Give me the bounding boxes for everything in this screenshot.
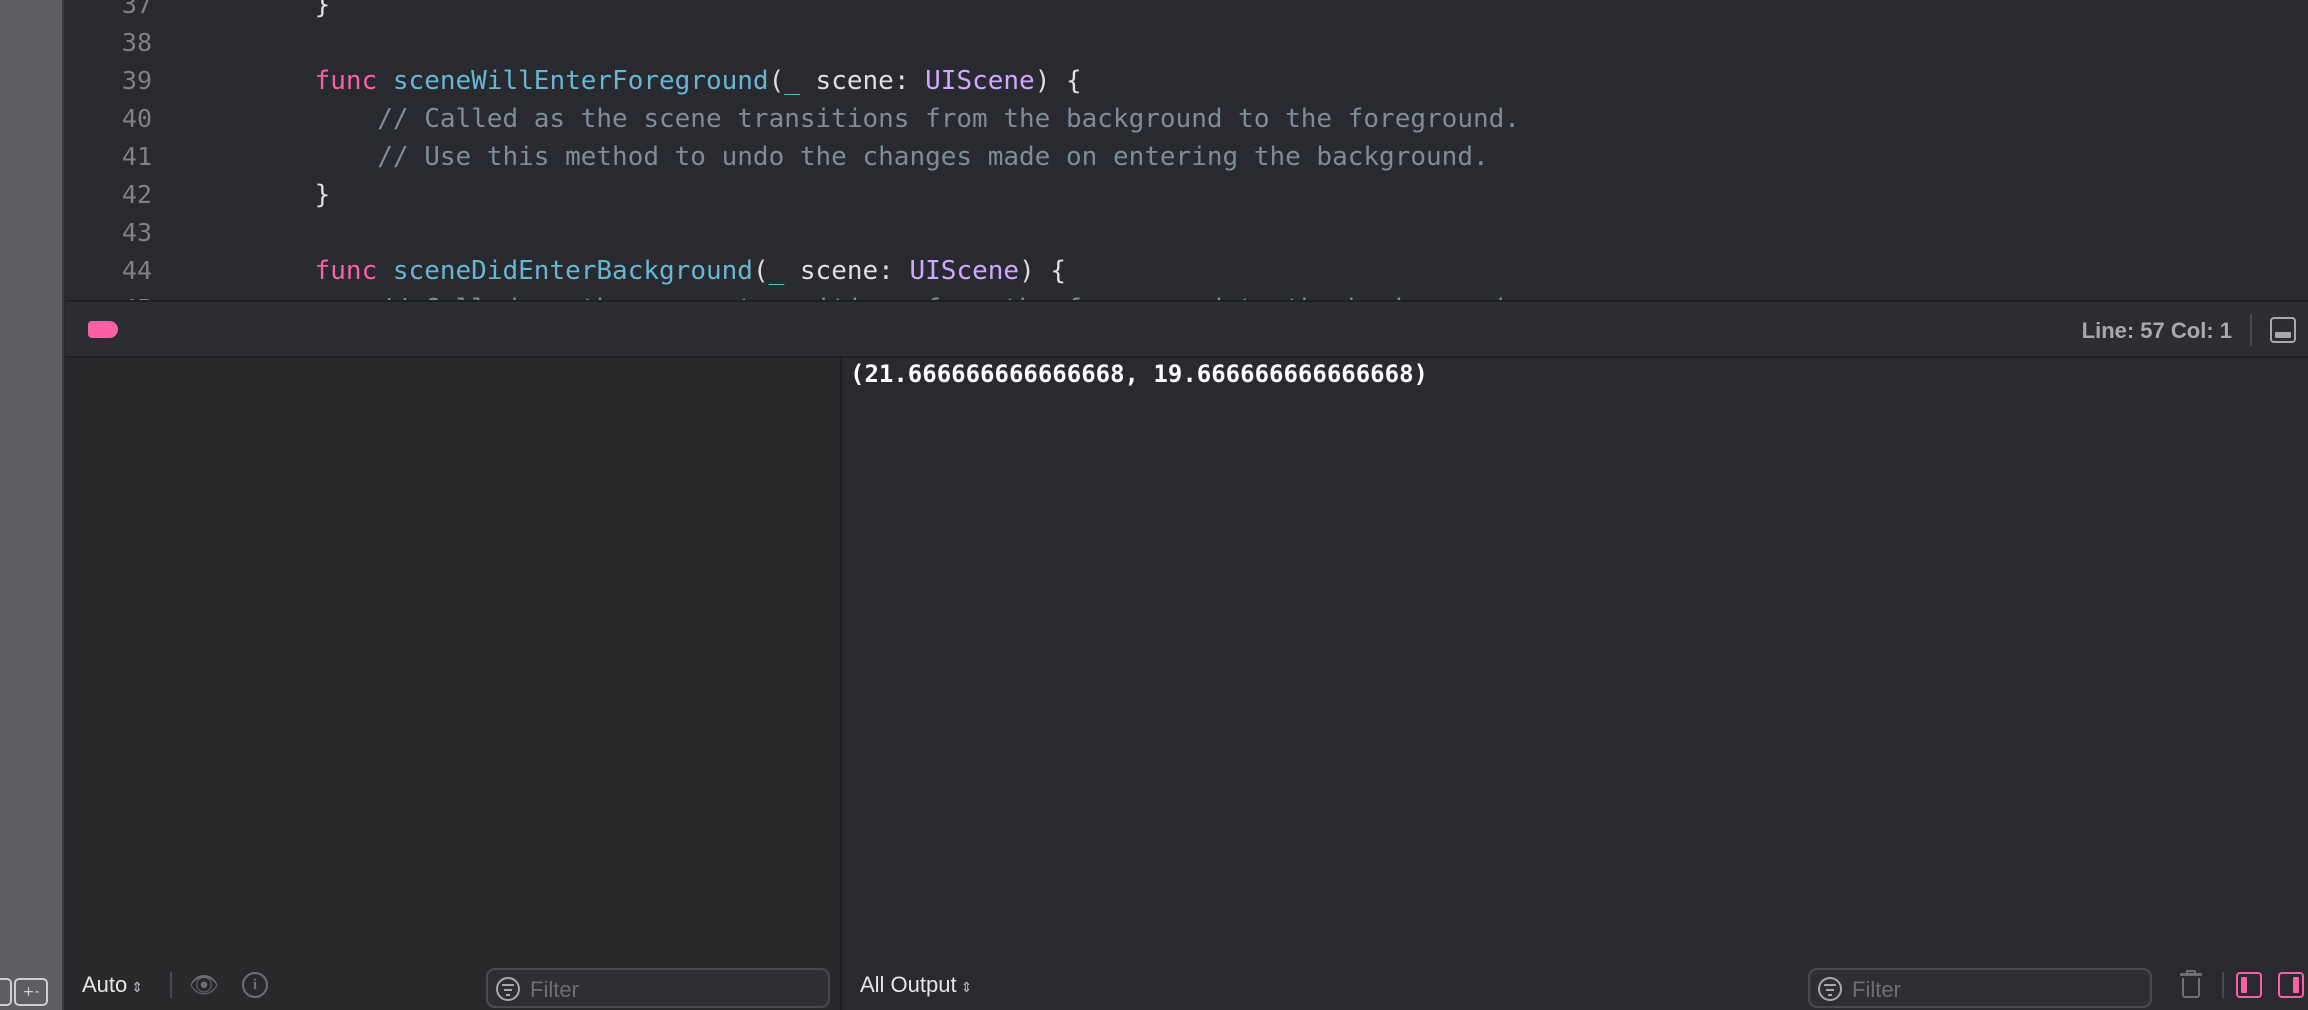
line-number: 39 [121, 66, 152, 95]
code-token-type: UIScene [909, 256, 1020, 286]
line-code: // Called as the scene transitions from … [252, 290, 1520, 300]
variables-scope-select[interactable]: Auto ⇕ [82, 972, 143, 998]
debug-status-bar: Line: 57 Col: 1 [66, 300, 2308, 358]
cursor-position: Line: 57 Col: 1 [2081, 318, 2232, 343]
chevron-updown-icon: ⇕ [960, 979, 973, 995]
variables-filter-placeholder: Filter [530, 977, 579, 1002]
line-code: // Called as the scene transitions from … [252, 100, 1520, 138]
code-token-plain: ) { [1019, 256, 1067, 286]
code-token-plain: } [314, 180, 331, 210]
code-line[interactable]: 40 // Called as the scene transitions fr… [66, 100, 2308, 138]
code-token-plain: scene: [799, 66, 926, 96]
code-token-plain: ( [752, 256, 769, 286]
line-number: 41 [121, 142, 152, 171]
navigator-gutter: +- [0, 0, 64, 1010]
info-icon[interactable]: i [242, 972, 268, 998]
footer-divider [2222, 972, 2224, 998]
line-number: 38 [121, 28, 152, 57]
gutter-footer: +- [0, 968, 64, 1010]
code-token-fn: sceneWillEnterForeground [392, 66, 769, 96]
trash-icon[interactable] [2178, 970, 2204, 1000]
line-number: 45 [66, 290, 152, 300]
variables-view[interactable]: Auto ⇕ 👁 i Filter [66, 358, 842, 1010]
variables-filter-field[interactable]: Filter [486, 968, 830, 1008]
code-token-kw: func [314, 256, 393, 286]
line-code: func sceneDidEnterBackground(_ scene: UI… [252, 252, 1066, 290]
code-line[interactable]: 43 [66, 214, 2308, 252]
console-view[interactable]: (21.666666666666668, 19.666666666666668)… [844, 358, 2308, 1010]
line-code: // Use this method to undo the changes m… [252, 138, 1489, 176]
filter-icon [496, 977, 520, 1001]
code-line[interactable]: 41 // Use this method to undo the change… [66, 138, 2308, 176]
filter-icon [1818, 977, 1842, 1001]
code-token-plain: } [314, 0, 331, 20]
footer-divider [170, 972, 172, 998]
code-line[interactable]: 39 func sceneWillEnterForeground(_ scene… [66, 62, 2308, 100]
add-remove-label: +- [22, 984, 40, 1000]
console-filter-placeholder: Filter [1852, 977, 1901, 1002]
code-line[interactable]: 45 // Called as the scene transitions fr… [66, 290, 2308, 300]
line-number: 43 [121, 218, 152, 247]
status-divider [2250, 314, 2252, 346]
line-number: 42 [121, 180, 152, 209]
code-line[interactable]: 38 [66, 24, 2308, 62]
code-token-fn: _ [768, 256, 785, 286]
output-mode-select[interactable]: All Output ⇕ [860, 972, 972, 998]
code-token-plain: scene: [784, 256, 910, 286]
left-pane-toggle-icon[interactable] [2236, 972, 2262, 998]
variables-scope-label: Auto [82, 972, 128, 997]
code-token-fn: _ [784, 66, 800, 96]
line-number: 40 [121, 104, 152, 133]
line-code: } [252, 0, 331, 24]
output-mode-label: All Output [860, 972, 957, 997]
console-filter-field[interactable]: Filter [1808, 968, 2152, 1008]
code-token-fn: sceneDidEnterBackground [392, 256, 753, 286]
console-footer: All Output ⇕ Filter [844, 958, 2308, 1010]
chevron-updown-icon: ⇕ [131, 979, 143, 995]
code-token-plain: ) { [1034, 66, 1082, 96]
variables-footer: Auto ⇕ 👁 i Filter [66, 958, 842, 1010]
gutter-toggle-button[interactable] [0, 978, 12, 1006]
line-number: 37 [121, 0, 152, 19]
code-token-comment: // Use this method to undo the changes m… [377, 142, 1489, 172]
code-token-kw: func [314, 66, 393, 96]
add-remove-button[interactable]: +- [14, 978, 48, 1006]
right-pane-toggle-icon[interactable] [2278, 972, 2304, 998]
source-editor[interactable]: 37 } 38 39 func sceneWillEnterForeground(_… [66, 0, 2308, 300]
breakpoint-tag-icon[interactable] [88, 321, 118, 338]
code-token-plain: ( [768, 66, 785, 96]
code-token-type: UIScene [925, 66, 1035, 96]
code-line[interactable]: 37 } [66, 0, 2308, 24]
eye-icon[interactable]: 👁 [188, 972, 220, 998]
bottom-panel-toggle-icon[interactable] [2270, 317, 2296, 343]
code-line[interactable]: 42 } [66, 176, 2308, 214]
line-code: } [252, 176, 331, 214]
console-output-text: (21.666666666666668, 19.666666666666668) [850, 360, 1428, 388]
code-line[interactable]: 44 func sceneDidEnterBackground(_ scene:… [66, 252, 2308, 290]
code-token-comment: // Called as the scene transitions from … [377, 104, 1520, 134]
line-code: func sceneWillEnterForeground(_ scene: U… [252, 62, 1082, 100]
line-number: 44 [121, 256, 152, 285]
